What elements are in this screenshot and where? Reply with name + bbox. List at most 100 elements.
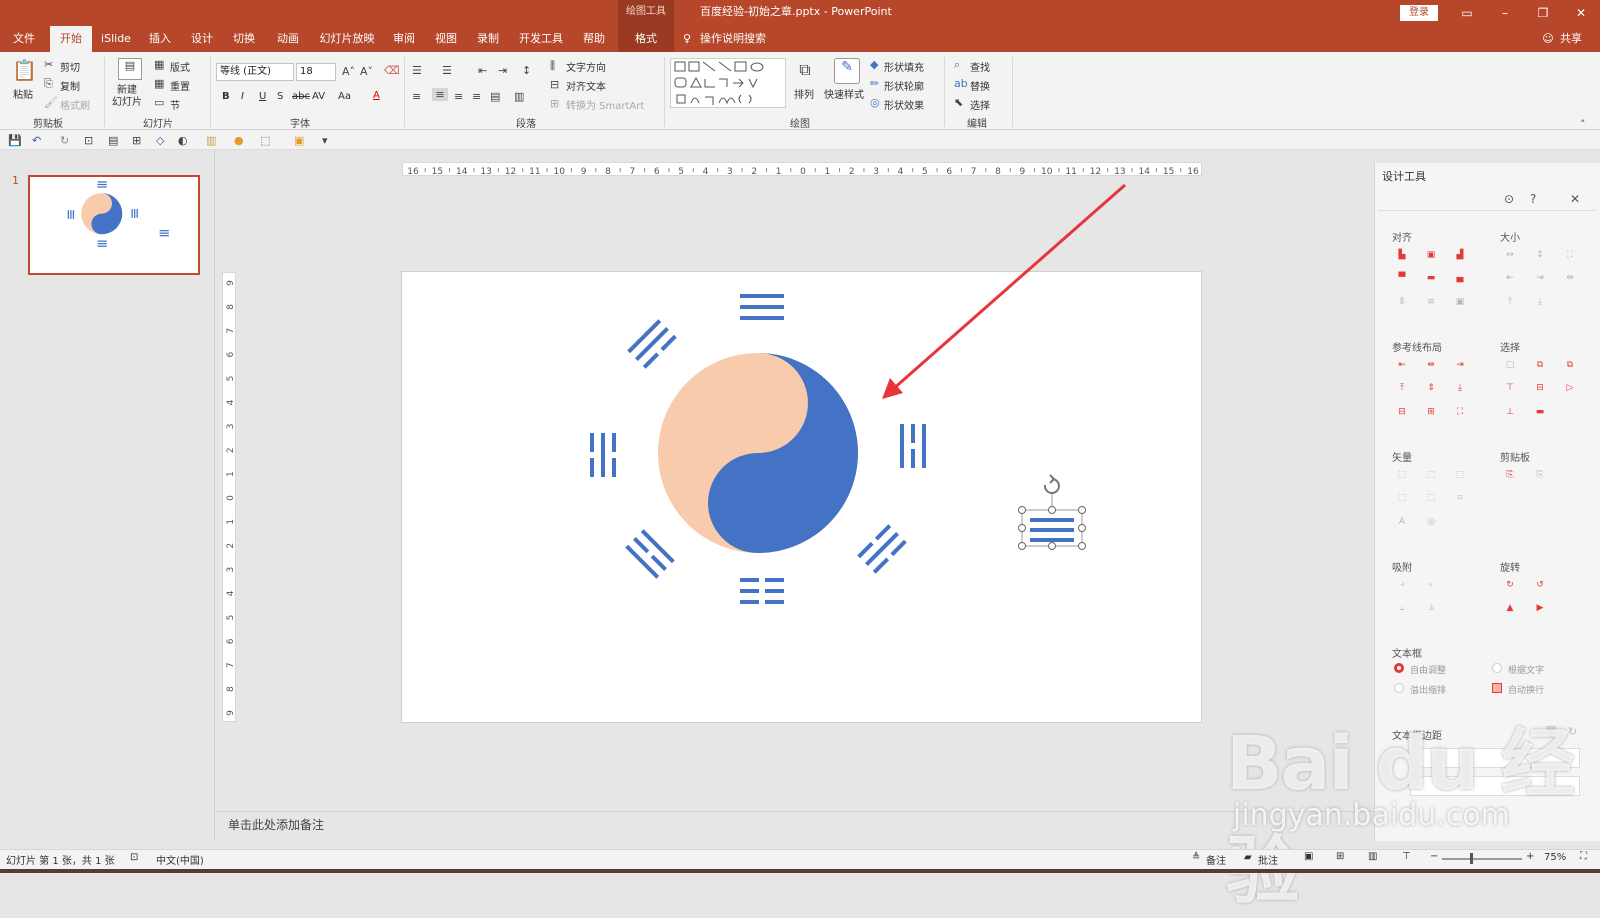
cut-label[interactable]: 剪切: [60, 59, 80, 74]
align-left-icon[interactable]: ≡: [412, 90, 421, 103]
rotate-handle-icon[interactable]: [1043, 474, 1060, 494]
shapes-gallery[interactable]: [670, 58, 786, 108]
tab-developer[interactable]: 开发工具: [512, 26, 570, 52]
trigram-top[interactable]: [740, 294, 784, 320]
copy-size-icon[interactable]: ⎘: [1504, 470, 1516, 480]
slide-thumbnail[interactable]: [28, 175, 200, 275]
clear-format-icon[interactable]: ⌫: [384, 64, 400, 77]
login-button[interactable]: 登录: [1400, 5, 1438, 21]
vector-fragment-icon[interactable]: ⬚: [1454, 470, 1466, 480]
guide-top-icon[interactable]: ⤒: [1396, 383, 1408, 393]
help-icon[interactable]: ?: [1530, 192, 1536, 206]
flip-horizontal-icon[interactable]: ▶: [1534, 603, 1546, 613]
align-right-icon[interactable]: ≡: [454, 90, 463, 103]
stretch-both-icon[interactable]: ⇹: [1564, 273, 1576, 283]
layout-icon[interactable]: ▦: [154, 58, 164, 71]
decrease-indent-icon[interactable]: ⇤: [478, 64, 487, 77]
arrange-label[interactable]: 排列: [794, 86, 814, 101]
format-painter-label[interactable]: 格式刷: [60, 97, 90, 112]
reset-label[interactable]: 重置: [170, 78, 190, 93]
snap-top-icon[interactable]: ⫠: [1396, 603, 1408, 613]
bullets-icon[interactable]: ☰: [412, 64, 422, 77]
auto-fit-radio[interactable]: [1394, 663, 1404, 673]
zoom-level[interactable]: 75%: [1544, 852, 1566, 863]
change-case-button[interactable]: Aa: [338, 91, 351, 102]
guide-vcenter-icon[interactable]: ⇕: [1425, 383, 1437, 393]
align-center-icon[interactable]: ≡: [432, 88, 448, 101]
select-similar-icon[interactable]: ⧉: [1534, 360, 1546, 370]
trigram-left[interactable]: [590, 433, 616, 477]
share-button[interactable]: 共享: [1556, 26, 1586, 52]
numbering-icon[interactable]: ☰: [442, 64, 452, 77]
shape-fill-icon[interactable]: ◆: [870, 58, 878, 71]
bold-button[interactable]: B: [222, 91, 230, 102]
shape-outline-label[interactable]: 形状轮廓: [884, 78, 924, 93]
tab-slideshow[interactable]: 幻灯片放映: [314, 26, 380, 52]
reading-view-icon[interactable]: ▥: [1368, 851, 1377, 862]
undo-icon[interactable]: ↶: [32, 134, 41, 147]
stretch-top-icon[interactable]: ⤒: [1504, 297, 1516, 307]
zoom-out-icon[interactable]: −: [1430, 851, 1438, 862]
tab-home[interactable]: 开始: [50, 26, 92, 52]
stretch-left-icon[interactable]: ⇤: [1504, 273, 1516, 283]
section-icon[interactable]: ▭: [154, 96, 164, 109]
tab-design[interactable]: 设计: [184, 26, 220, 52]
align-hcenter-icon[interactable]: ▣: [1425, 250, 1437, 260]
shadow-button[interactable]: S: [277, 91, 283, 102]
distribute-v-icon[interactable]: ≡: [1425, 297, 1437, 307]
auto-wrap-checkbox[interactable]: [1492, 683, 1502, 693]
columns-icon[interactable]: ▥: [514, 90, 524, 103]
redo-icon[interactable]: ↻: [60, 134, 69, 147]
notes-icon[interactable]: ≜: [1192, 852, 1200, 863]
text-direction-label[interactable]: 文字方向: [566, 59, 606, 74]
merge-shapes-icon[interactable]: ◐: [178, 134, 188, 147]
replace-icon[interactable]: ab: [954, 77, 968, 90]
find-label[interactable]: 查找: [970, 59, 990, 74]
tab-record[interactable]: 录制: [470, 26, 506, 52]
close-icon[interactable]: ✕: [1564, 0, 1598, 26]
text-direction-icon[interactable]: ⫼: [550, 59, 555, 73]
trigram-right[interactable]: [900, 424, 926, 468]
align-bottom-icon[interactable]: ▄: [1454, 273, 1466, 283]
new-slide-label[interactable]: 新建 幻灯片: [112, 85, 142, 109]
align-right-icon[interactable]: ▟: [1454, 250, 1466, 260]
quick-styles-icon[interactable]: ✎: [834, 58, 860, 84]
quick-styles-label[interactable]: 快速样式: [824, 86, 864, 101]
select-label[interactable]: 选择: [970, 97, 990, 112]
customize-qat-icon[interactable]: ▾: [322, 134, 328, 147]
select-top-icon[interactable]: ⊤: [1504, 383, 1516, 393]
arrange-icon[interactable]: ⧉: [794, 60, 816, 82]
vector-combine-icon[interactable]: ⬚: [1425, 470, 1437, 480]
grow-font-icon[interactable]: A˄: [342, 65, 355, 78]
select-same-icon[interactable]: ▢: [1504, 360, 1516, 370]
comments-toggle[interactable]: 批注: [1258, 852, 1278, 867]
new-slide-icon[interactable]: ▤: [118, 58, 142, 80]
font-name-select[interactable]: 等线 (正文): [216, 63, 294, 81]
select-middle-icon[interactable]: ⊟: [1534, 383, 1546, 393]
yin-yang-symbol[interactable]: [658, 353, 858, 553]
distribute-icon[interactable]: ▤: [490, 90, 500, 103]
select-bottom-icon[interactable]: ⊥: [1504, 407, 1516, 417]
restore-icon[interactable]: ❐: [1526, 0, 1560, 26]
trigram-bottom-right[interactable]: [857, 524, 907, 574]
paste-size-icon[interactable]: ⎘: [1534, 470, 1546, 480]
align-text-icon[interactable]: ⊟: [550, 78, 559, 91]
shape-effects-label[interactable]: 形状效果: [884, 97, 924, 112]
tab-help[interactable]: 帮助: [576, 26, 612, 52]
convert-smartart-label[interactable]: 转换为 SmartArt: [566, 97, 644, 112]
vector-intersect-icon[interactable]: ⬚: [1396, 493, 1408, 503]
notes-toggle[interactable]: 备注: [1206, 852, 1226, 867]
slideshow-view-icon[interactable]: ⊤: [1402, 851, 1411, 862]
cut-icon[interactable]: ✂: [44, 58, 53, 71]
vector-crop-icon[interactable]: ⌗: [1454, 493, 1466, 503]
select-icon[interactable]: ⬉: [954, 96, 963, 109]
shrink-font-icon[interactable]: A˅: [360, 65, 373, 78]
zoom-slider[interactable]: [1442, 858, 1522, 860]
vector-subtract-icon[interactable]: ⬚: [1425, 493, 1437, 503]
settings-icon[interactable]: ⊙: [1504, 192, 1514, 206]
align-left-icon[interactable]: ▙: [1396, 250, 1408, 260]
rotate-right-icon[interactable]: ↻: [1504, 580, 1516, 590]
notes-placeholder[interactable]: 单击此处添加备注: [228, 816, 324, 833]
char-spacing-button[interactable]: AV: [312, 91, 325, 102]
select-play-icon[interactable]: ▷: [1564, 383, 1576, 393]
